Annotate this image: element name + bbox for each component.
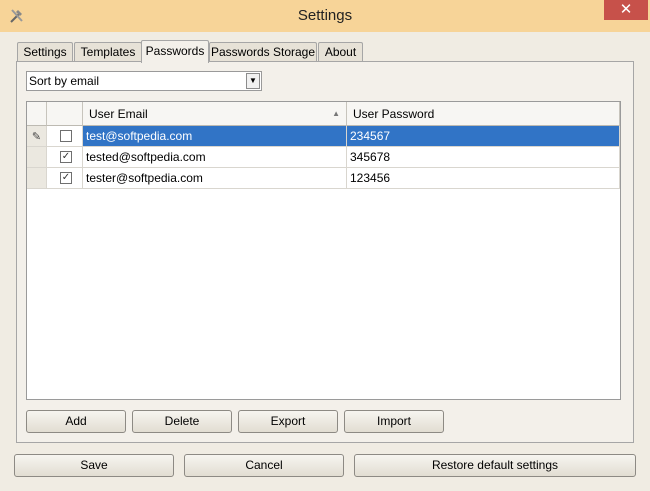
email-column-header[interactable]: User Email ▲ <box>83 102 347 126</box>
email-column-label: User Email <box>89 107 148 121</box>
sort-dropdown-value: Sort by email <box>29 74 100 88</box>
tab-about[interactable]: About <box>318 42 363 61</box>
passwords-grid[interactable]: User Email ▲ User Password ✎ test@softpe… <box>26 101 621 400</box>
row-checkbox-cell[interactable]: ✓ <box>47 147 83 168</box>
import-button[interactable]: Import <box>344 410 444 433</box>
checkmark-icon: ✓ <box>61 151 71 162</box>
export-button[interactable]: Export <box>238 410 338 433</box>
checkmark-icon: ✓ <box>61 172 71 183</box>
tab-settings[interactable]: Settings <box>17 42 73 61</box>
grid-corner <box>27 102 47 126</box>
row-checkbox[interactable]: ✓ <box>60 151 72 163</box>
restore-defaults-button[interactable]: Restore default settings <box>354 454 636 477</box>
tab-templates[interactable]: Templates <box>74 42 142 61</box>
row-header[interactable] <box>27 168 47 189</box>
add-button[interactable]: Add <box>26 410 126 433</box>
sort-ascending-icon: ▲ <box>332 109 340 118</box>
cancel-button[interactable]: Cancel <box>184 454 344 477</box>
table-row[interactable]: ✓ tested@softpedia.com 345678 <box>27 147 620 168</box>
sort-dropdown[interactable]: Sort by email ▼ <box>26 71 262 91</box>
row-header[interactable] <box>27 147 47 168</box>
title-bar: Settings ✕ <box>0 0 650 32</box>
row-checkbox-cell[interactable] <box>47 126 83 147</box>
table-row[interactable]: ✓ tester@softpedia.com 123456 <box>27 168 620 189</box>
delete-button[interactable]: Delete <box>132 410 232 433</box>
tab-passwords-storage[interactable]: Passwords Storage <box>209 42 317 61</box>
chevron-down-icon[interactable]: ▼ <box>246 73 260 89</box>
password-cell[interactable]: 345678 <box>347 147 620 168</box>
window-title: Settings <box>297 7 353 24</box>
close-button[interactable]: ✕ <box>604 0 648 20</box>
save-button[interactable]: Save <box>14 454 174 477</box>
row-header[interactable]: ✎ <box>27 126 47 147</box>
row-checkbox[interactable]: ✓ <box>60 172 72 184</box>
password-cell[interactable]: 234567 <box>347 126 620 147</box>
password-cell[interactable]: 123456 <box>347 168 620 189</box>
checkbox-column-header[interactable] <box>47 102 83 126</box>
pencil-icon: ✎ <box>31 131 42 143</box>
email-cell[interactable]: test@softpedia.com <box>83 126 347 147</box>
tab-passwords[interactable]: Passwords <box>141 40 209 63</box>
row-checkbox[interactable] <box>60 130 72 142</box>
email-cell[interactable]: tester@softpedia.com <box>83 168 347 189</box>
email-cell[interactable]: tested@softpedia.com <box>83 147 347 168</box>
table-row[interactable]: ✎ test@softpedia.com 234567 <box>27 126 620 147</box>
password-column-label: User Password <box>353 107 435 121</box>
password-column-header[interactable]: User Password <box>347 102 620 126</box>
row-checkbox-cell[interactable]: ✓ <box>47 168 83 189</box>
